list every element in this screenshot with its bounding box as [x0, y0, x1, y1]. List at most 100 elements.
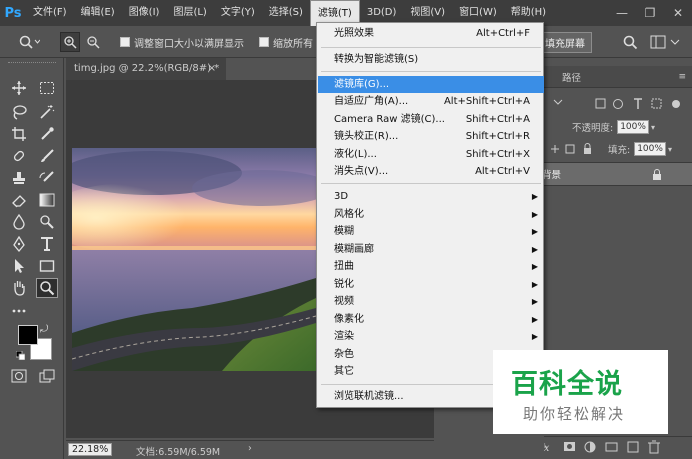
zoom-tool[interactable] [36, 278, 58, 298]
zoom-in-button[interactable] [60, 32, 80, 52]
filter-menu-item-last-filter[interactable]: 光照效果 Alt+Ctrl+F [318, 25, 544, 42]
menu-type[interactable]: 文字(Y) [214, 0, 262, 26]
quick-mask-button[interactable] [8, 366, 30, 386]
zoom-preset-icon [19, 35, 40, 49]
workspace-chevron-down-icon[interactable] [670, 38, 680, 46]
brush-tool[interactable] [36, 146, 58, 166]
opacity-chevron-icon[interactable]: ▾ [651, 123, 655, 132]
menu-image[interactable]: 图像(I) [122, 0, 167, 26]
watermark-title: 百科全说 [511, 369, 623, 400]
new-group-icon [605, 442, 618, 451]
more-dots-icon [12, 309, 26, 313]
submenu-arrow-icon: ▶ [531, 210, 538, 219]
status-menu-chevron-icon[interactable]: › [248, 443, 252, 454]
filter-menu-item-convert-smart[interactable]: 转换为智能滤镜(S) [318, 51, 544, 68]
fill-screen-button[interactable]: 填充屏幕 [538, 31, 592, 53]
filter-menu-item-video[interactable]: 视频 ▶ [318, 293, 544, 310]
rectangle-tool[interactable] [36, 256, 58, 276]
filter-menu-item-filter-gallery[interactable]: 滤镜库(G)... [318, 76, 544, 93]
path-selection-tool[interactable] [8, 256, 30, 276]
menu-separator [321, 47, 541, 48]
lasso-tool[interactable] [8, 102, 30, 122]
brush-icon [41, 149, 54, 162]
default-colors-icon[interactable] [15, 350, 26, 361]
submenu-arrow-icon: ▶ [531, 262, 538, 271]
document-size-label: 文档:6.59M/6.59M [136, 447, 221, 458]
new-layer-icon [627, 441, 639, 452]
filter-menu-item-liquify[interactable]: 液化(L)... Shift+Ctrl+X [318, 146, 544, 163]
marquee-tool[interactable] [36, 78, 58, 98]
gradient-tool[interactable] [36, 190, 58, 210]
dodge-tool[interactable] [36, 212, 58, 232]
resize-windows-checkbox[interactable] [120, 37, 130, 47]
magic-wand-tool[interactable] [36, 102, 58, 122]
search-icon[interactable] [622, 34, 638, 50]
menu-select[interactable]: 选择(S) [262, 0, 310, 26]
arrow-pointer-icon [15, 259, 24, 273]
crop-icon [12, 127, 26, 141]
layer-row-background[interactable]: 背景 [542, 162, 692, 186]
lasso-icon [13, 105, 27, 120]
filter-menu-item-render[interactable]: 渲染 ▶ [318, 328, 544, 345]
pen-tool[interactable] [8, 234, 30, 254]
panel-menu-icon[interactable]: ≡ [678, 72, 686, 82]
filter-menu-item-distort[interactable]: 扭曲 ▶ [318, 258, 544, 275]
toolbox-grip[interactable] [8, 62, 56, 65]
swap-colors-icon[interactable]: ⤾ [40, 324, 48, 335]
eyedropper-tool[interactable] [36, 124, 58, 144]
close-button[interactable]: ✕ [664, 0, 692, 26]
workspace-icon[interactable] [650, 35, 666, 49]
zoom-all-checkbox[interactable] [259, 37, 269, 47]
filter-menu-item-adaptive-wide-angle[interactable]: 自适应广角(A)... Alt+Shift+Ctrl+A [318, 93, 544, 110]
submenu-arrow-icon: ▶ [531, 227, 538, 236]
zoom-tool-icon [40, 281, 55, 296]
fill-chevron-icon[interactable]: ▾ [668, 145, 672, 154]
resize-windows-option[interactable]: 调整窗口大小以满屏显示 [120, 26, 244, 58]
edit-toolbar-button[interactable] [8, 301, 30, 321]
blur-tool[interactable] [8, 212, 30, 232]
lock-options-icons[interactable] [548, 143, 608, 155]
filter-menu-item-pixelate[interactable]: 像素化 ▶ [318, 311, 544, 328]
zoom-all-option[interactable]: 缩放所有 [259, 26, 313, 58]
healing-brush-tool[interactable] [8, 146, 30, 166]
photo-canvas[interactable] [72, 148, 316, 371]
filter-menu-item-sharpen[interactable]: 锐化 ▶ [318, 276, 544, 293]
menu-edit[interactable]: 编辑(E) [74, 0, 122, 26]
foreground-color-swatch[interactable] [18, 325, 38, 345]
filter-menu-item-blur[interactable]: 模糊 ▶ [318, 223, 544, 240]
menu-file[interactable]: 文件(F) [26, 0, 74, 26]
close-document-icon[interactable]: × [208, 58, 216, 80]
document-tab[interactable]: timg.jpg @ 22.2%(RGB/8#) * × [66, 58, 226, 80]
filter-menu-item-vanishing-point[interactable]: 消失点(V)... Alt+Ctrl+V [318, 163, 544, 180]
zoom-out-button[interactable] [83, 32, 103, 52]
paths-panel-tab[interactable]: 路径 [562, 70, 581, 84]
menu-layer[interactable]: 图层(L) [166, 0, 213, 26]
screen-mode-button[interactable] [36, 366, 58, 386]
move-icon [12, 81, 26, 95]
watermark-subtitle: 助你轻松解决 [523, 405, 626, 423]
type-tool[interactable] [36, 234, 58, 254]
history-brush-tool[interactable] [36, 168, 58, 188]
move-tool[interactable] [8, 78, 30, 98]
filter-menu-item-blur-gallery[interactable]: 模糊画廊 ▶ [318, 241, 544, 258]
opacity-field[interactable]: 100% [617, 120, 649, 134]
filter-menu-item-stylize[interactable]: 风格化 ▶ [318, 206, 544, 223]
clone-stamp-tool[interactable] [8, 168, 30, 188]
layer-filter-icons[interactable] [552, 97, 692, 111]
minimize-button[interactable]: — [608, 0, 636, 26]
zoom-tool-preset[interactable] [18, 26, 40, 58]
hand-tool[interactable] [8, 278, 30, 298]
filter-menu-item-3d[interactable]: 3D ▶ [318, 188, 544, 205]
quick-mask-icon [11, 369, 27, 383]
magic-wand-icon [40, 105, 55, 119]
zoom-level-field[interactable]: 22.18% [68, 443, 113, 456]
history-brush-icon [39, 171, 54, 182]
document-tab-title: timg.jpg @ 22.2%(RGB/8#) * [74, 63, 220, 74]
crop-tool[interactable] [8, 124, 30, 144]
eraser-tool[interactable] [8, 190, 30, 210]
restore-button[interactable]: ❐ [636, 0, 664, 26]
filter-menu-item-lens-correction[interactable]: 镜头校正(R)... Shift+Ctrl+R [318, 128, 544, 145]
fill-field[interactable]: 100% [634, 142, 666, 156]
filter-menu-item-camera-raw[interactable]: Camera Raw 滤镜(C)... Shift+Ctrl+A [318, 111, 544, 128]
bandage-icon [13, 150, 25, 162]
